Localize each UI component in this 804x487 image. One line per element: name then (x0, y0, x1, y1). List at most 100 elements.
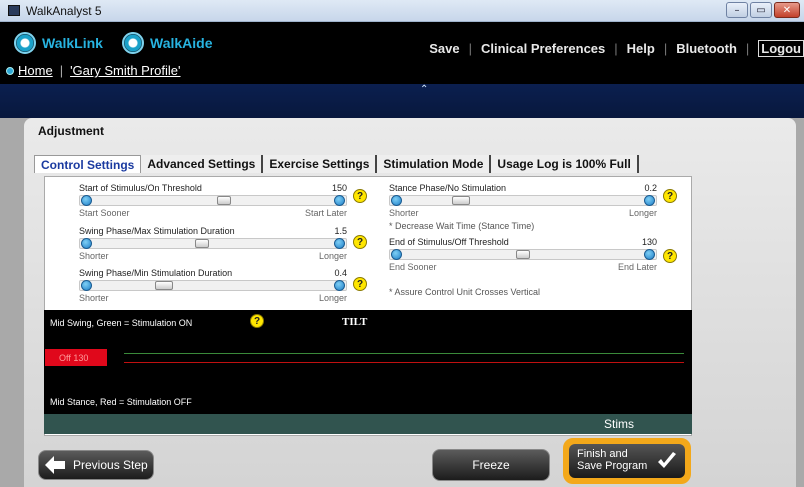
freeze-label: Freeze (472, 458, 510, 472)
finish-highlight: Finish and Save Program (563, 438, 691, 484)
breadcrumb-home[interactable]: Home (18, 63, 53, 78)
chevron-up-icon[interactable]: ⌃ (420, 84, 428, 95)
stance-note: * Decrease Wait Time (Stance Time) (389, 221, 535, 231)
slider-min-label: Shorter (79, 251, 109, 261)
stim-off-line (124, 362, 684, 363)
tilt-label: TILT (342, 316, 368, 328)
increase-icon[interactable] (334, 238, 345, 249)
help-icon[interactable]: ? (353, 277, 367, 291)
checkmark-icon (657, 451, 677, 471)
increase-icon[interactable] (644, 195, 655, 206)
slider-min-label: Start Sooner (79, 208, 130, 218)
slider-max-label: End Later (617, 262, 657, 272)
increase-icon[interactable] (334, 195, 345, 206)
walkaide-tab[interactable]: WalkAide (122, 32, 213, 54)
help-icon[interactable]: ? (353, 189, 367, 203)
slider-track[interactable] (389, 249, 657, 260)
slider-min-label: End Sooner (389, 262, 437, 272)
breadcrumb-separator: | (59, 63, 64, 78)
previous-step-label: Previous Step (73, 458, 148, 472)
increase-icon[interactable] (644, 249, 655, 260)
slider-track[interactable] (79, 280, 347, 291)
slider-max-label: Longer (318, 251, 347, 261)
slider-thumb[interactable] (194, 239, 209, 248)
logout-menu[interactable]: Logou (758, 40, 804, 57)
stims-bar: Stims (44, 414, 692, 434)
slider-track[interactable] (79, 195, 347, 206)
increase-icon[interactable] (334, 280, 345, 291)
graph-top-label: Mid Swing, Green = Stimulation ON (50, 318, 193, 328)
slider-max-label: Longer (628, 208, 657, 218)
slider-thumb[interactable] (516, 250, 530, 259)
top-menu: Save | Clinical Preferences | Help | Blu… (429, 40, 804, 57)
decrease-icon[interactable] (391, 195, 402, 206)
menu-separator: | (468, 41, 472, 56)
slider-start-stimulus: Start of Stimulus/On Threshold 150 Start… (79, 183, 347, 219)
freeze-button[interactable]: Freeze (432, 449, 550, 481)
menu-separator: | (663, 41, 668, 56)
tab-exercise-settings[interactable]: Exercise Settings (263, 155, 378, 173)
bluetooth-menu[interactable]: Bluetooth (676, 41, 737, 56)
help-menu[interactable]: Help (627, 41, 655, 56)
app-header: WalkLink WalkAide Home | 'Gary Smith Pro… (0, 22, 804, 84)
slider-value: 1.5 (334, 226, 347, 236)
tilt-graph: Mid Swing, Green = Stimulation ON ? TILT… (44, 310, 692, 414)
off-threshold-marker: Off 130 (45, 349, 107, 366)
slider-label: Swing Phase/Min Stimulation Duration (79, 268, 233, 278)
end-note: * Assure Control Unit Crosses Vertical (389, 287, 541, 297)
breadcrumb-profile[interactable]: 'Gary Smith Profile' (70, 63, 180, 78)
slider-track[interactable] (79, 238, 347, 249)
settings-tabs: Control Settings Advanced Settings Exerc… (34, 155, 639, 173)
finish-save-button[interactable]: Finish and Save Program (569, 444, 685, 478)
previous-step-button[interactable]: Previous Step (38, 450, 154, 480)
panel-title: Adjustment (38, 124, 104, 138)
tab-control-settings[interactable]: Control Settings (34, 155, 142, 173)
app-icon (8, 5, 20, 16)
header-band: ⌃ (0, 84, 804, 118)
help-icon[interactable]: ? (353, 235, 367, 249)
adjustment-panel: Adjustment Control Settings Advanced Set… (24, 118, 796, 487)
slider-thumb[interactable] (217, 196, 232, 205)
slider-end-stimulus: End of Stimulus/Off Threshold 130 End So… (389, 237, 657, 273)
slider-label: Start of Stimulus/On Threshold (79, 183, 202, 193)
slider-thumb[interactable] (451, 196, 470, 205)
stim-on-line (124, 353, 684, 354)
walkaide-label: WalkAide (150, 35, 213, 51)
walkaide-icon (122, 32, 144, 54)
walklink-icon (14, 32, 36, 54)
slider-thumb[interactable] (155, 281, 174, 290)
slider-stance: Stance Phase/No Stimulation 0.2 Shorter … (389, 183, 657, 219)
clinical-preferences-menu[interactable]: Clinical Preferences (481, 41, 605, 56)
walklink-label: WalkLink (42, 35, 103, 51)
decrease-icon[interactable] (81, 238, 92, 249)
slider-label: Swing Phase/Max Stimulation Duration (79, 226, 235, 236)
slider-min-label: Shorter (389, 208, 419, 218)
home-icon (6, 66, 14, 75)
slider-track[interactable] (389, 195, 657, 206)
slider-max-label: Longer (318, 293, 347, 303)
decrease-icon[interactable] (81, 195, 92, 206)
maximize-button[interactable]: ▭ (750, 2, 772, 18)
tab-usage-log[interactable]: Usage Log is 100% Full (491, 155, 639, 173)
tab-advanced-settings[interactable]: Advanced Settings (141, 155, 264, 173)
slider-value: 0.4 (334, 268, 347, 278)
walklink-tab[interactable]: WalkLink (14, 32, 103, 54)
breadcrumb: Home | 'Gary Smith Profile' (6, 63, 181, 78)
close-button[interactable]: ✕ (774, 2, 800, 18)
help-icon[interactable]: ? (250, 314, 264, 328)
arrow-left-icon (45, 456, 65, 474)
stims-label: Stims (604, 417, 634, 431)
menu-separator: | (614, 41, 618, 56)
decrease-icon[interactable] (81, 280, 92, 291)
help-icon[interactable]: ? (663, 189, 677, 203)
slider-label: Stance Phase/No Stimulation (389, 183, 507, 193)
minimize-button[interactable]: – (726, 2, 748, 18)
graph-bottom-label: Mid Stance, Red = Stimulation OFF (50, 397, 192, 407)
slider-value: 150 (331, 183, 347, 193)
tab-stimulation-mode[interactable]: Stimulation Mode (377, 155, 492, 173)
decrease-icon[interactable] (391, 249, 402, 260)
save-menu[interactable]: Save (429, 41, 459, 56)
menu-separator: | (745, 41, 750, 56)
help-icon[interactable]: ? (663, 249, 677, 263)
slider-value: 130 (641, 237, 657, 247)
